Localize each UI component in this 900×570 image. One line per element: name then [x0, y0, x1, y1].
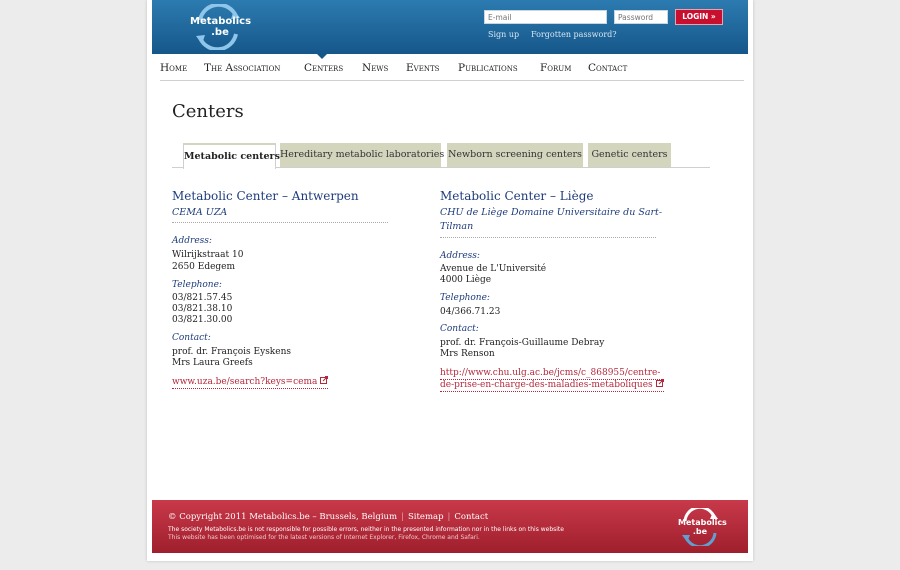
tab-genetic-centers[interactable]: Genetic centers: [588, 143, 671, 167]
tab-hereditary-labs[interactable]: Hereditary metabolic laboratories: [280, 143, 444, 167]
center-website-link[interactable]: www.uza.be/search?keys=cema: [172, 376, 329, 389]
address-line: Wilrijkstraat 10: [172, 250, 244, 260]
contact-label: Contact:: [440, 324, 479, 334]
password-input[interactable]: [614, 10, 668, 24]
nav-news[interactable]: News: [362, 62, 388, 74]
footer-logo[interactable]: Metabolics .be: [678, 505, 727, 549]
telephone-line: 03/821.38.10: [172, 304, 233, 314]
page-container: Metabolics .be LOGIN » Sign up Forgotten…: [147, 0, 753, 561]
telephone-label: Telephone:: [440, 293, 490, 303]
contact-line: Mrs Renson: [440, 349, 495, 359]
address-line: 4000 Liège: [440, 275, 492, 285]
nav-forum[interactable]: Forum: [540, 62, 571, 74]
tab-metabolic-centers[interactable]: Metabolic centers: [183, 143, 280, 169]
footer-browser-note: This website has been optimised for the …: [168, 534, 480, 541]
footer-contact-link[interactable]: Contact: [454, 512, 488, 522]
center-org-antwerpen: CEMA UZA: [172, 207, 228, 218]
nav-contact[interactable]: Contact: [588, 62, 627, 74]
footer-copyright: © Copyright 2011 Metabolics.be – Brussel…: [168, 512, 398, 522]
page-title: Centers: [172, 101, 244, 122]
footer-logo-line2: .be: [692, 527, 708, 536]
address-label: Address:: [172, 236, 212, 246]
login-button[interactable]: LOGIN »: [675, 9, 723, 25]
contact-line: Mrs Laura Greefs: [172, 358, 253, 368]
nav-events[interactable]: Events: [406, 62, 439, 74]
site-header: Metabolics .be LOGIN » Sign up Forgotten…: [152, 0, 748, 54]
signup-link[interactable]: Sign up: [488, 30, 519, 39]
logo-line2: .be: [211, 27, 229, 38]
footer-links: © Copyright 2011 Metabolics.be – Brussel…: [168, 512, 488, 522]
contact-line: prof. dr. François Eyskens: [172, 347, 292, 357]
center-website-link[interactable]: de-prise-en-charge-des-maladies-metaboli…: [440, 379, 664, 392]
nav-home[interactable]: Home: [160, 62, 187, 74]
footer-separator: |: [401, 512, 404, 522]
telephone-label: Telephone:: [172, 280, 222, 290]
logo-line1: Metabolics: [190, 16, 252, 27]
main-nav: Home The Association Centers News Events…: [160, 58, 744, 81]
nav-association[interactable]: The Association: [204, 62, 280, 74]
nav-centers[interactable]: Centers: [304, 62, 343, 74]
logo-text: Metabolics .be: [190, 16, 252, 38]
tab-newborn-screening[interactable]: Newborn screening centers: [447, 143, 583, 167]
footer-separator: |: [447, 512, 451, 522]
site-logo[interactable]: Metabolics .be: [190, 2, 251, 52]
nav-publications[interactable]: Publications: [458, 62, 518, 74]
contact-label: Contact:: [172, 333, 211, 343]
address-line: 2650 Edegem: [172, 262, 236, 272]
center-divider: [440, 237, 656, 238]
email-input[interactable]: [484, 10, 607, 24]
center-org-liege-line2: Tilman: [440, 221, 474, 232]
external-link-icon: [655, 379, 664, 387]
external-link-icon: [320, 376, 329, 384]
telephone-line: 03/821.30.00: [172, 315, 233, 325]
telephone-line: 03/821.57.45: [172, 293, 233, 303]
link-text: de-prise-en-charge-des-maladies-metaboli…: [440, 380, 653, 390]
address-line: Avenue de L'Université: [440, 264, 547, 274]
address-label: Address:: [440, 251, 480, 261]
center-divider: [172, 222, 388, 223]
footer-logo-text: Metabolics .be: [678, 518, 727, 536]
link-text: www.uza.be/search?keys=cema: [172, 377, 318, 387]
footer-logo-line1: Metabolics: [678, 518, 727, 527]
site-footer: © Copyright 2011 Metabolics.be – Brussel…: [152, 500, 748, 553]
forgot-password-link[interactable]: Forgotten password?: [531, 30, 617, 39]
center-title-liege: Metabolic Center – Liège: [440, 189, 594, 203]
footer-disclaimer: The society Metabolics.be is not respons…: [168, 526, 564, 533]
telephone-line: 04/366.71.23: [440, 307, 501, 317]
footer-sitemap-link[interactable]: Sitemap: [408, 512, 444, 522]
center-title-antwerpen: Metabolic Center – Antwerpen: [172, 189, 359, 203]
contact-line: prof. dr. François-Guillaume Debray: [440, 338, 605, 348]
center-org-liege-line1: CHU de Liège Domaine Universitaire du Sa…: [440, 207, 663, 218]
